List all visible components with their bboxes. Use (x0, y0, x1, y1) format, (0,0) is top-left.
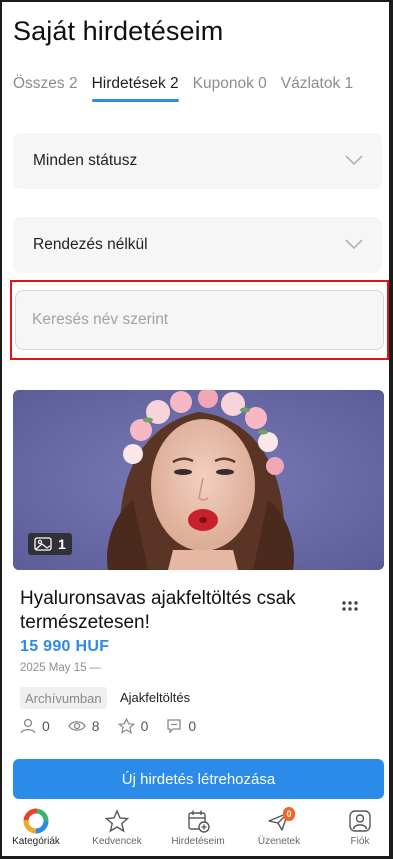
sort-value: Rendezés nélkül (33, 236, 148, 253)
followers-stat: 0 (20, 718, 50, 734)
followers-count: 0 (42, 718, 50, 734)
tab-all[interactable]: Összes 2 (13, 75, 78, 102)
chevron-down-icon (345, 239, 363, 250)
ad-photo[interactable]: 1 (13, 390, 384, 570)
nav-label-messages: Üzenetek (257, 836, 301, 847)
bottom-navigation: Kategóriák Kedvencek Hirdetéseim 0 Üzene… (2, 807, 389, 856)
nav-label-favorites: Kedvencek (92, 836, 142, 847)
app-screen: Saját hirdetéseim Összes 2 Hirdetések 2 … (0, 0, 393, 859)
tab-bar: Összes 2 Hirdetések 2 Kuponok 0 Vázlatok… (13, 75, 367, 102)
tab-drafts[interactable]: Vázlatok 1 (281, 75, 353, 102)
messages-stat: 0 (166, 718, 196, 734)
ad-date: 2025 May 15 — (20, 662, 102, 674)
image-icon (34, 537, 52, 551)
more-options-icon[interactable] (341, 600, 359, 612)
photo-count: 1 (58, 536, 66, 552)
status-badge: Archívumban (20, 687, 107, 709)
ad-stats: 0 8 0 0 (20, 718, 214, 734)
views-stat: 8 (68, 718, 100, 734)
create-ad-button[interactable]: Új hirdetés létrehozása (13, 759, 384, 799)
nav-label-categories: Kategóriák (12, 836, 60, 847)
views-count: 8 (91, 718, 100, 734)
sort-dropdown[interactable]: Rendezés nélkül (13, 217, 382, 273)
photo-count-badge: 1 (28, 533, 72, 555)
star-icon (117, 718, 135, 734)
user-icon (20, 718, 36, 734)
nav-item-account[interactable]: Fiók (320, 808, 389, 847)
chat-bubble-icon (167, 719, 182, 734)
categories-logo-icon (23, 808, 49, 834)
chevron-down-icon (345, 155, 363, 166)
tab-coupons[interactable]: Kuponok 0 (193, 75, 267, 102)
nav-item-categories[interactable]: Kategóriák (2, 808, 76, 847)
notification-badge: 0 (283, 807, 295, 821)
status-filter-dropdown[interactable]: Minden státusz (13, 133, 382, 189)
nav-item-messages[interactable]: 0 Üzenetek (239, 807, 319, 847)
favorites-count: 0 (140, 718, 149, 734)
user-icon (349, 810, 371, 832)
star-icon (104, 809, 130, 833)
search-highlight-box: Keresés név szerint (10, 280, 389, 360)
nav-label-my-ads: Hirdetéseim (171, 836, 225, 847)
status-filter-value: Minden státusz (33, 152, 138, 169)
messages-count: 0 (188, 718, 197, 734)
ad-price: 15 990 HUF (20, 638, 110, 655)
search-placeholder: Keresés név szerint (32, 311, 169, 328)
nav-item-my-ads[interactable]: Hirdetéseim (158, 808, 238, 847)
ad-category: Ajakfeltöltés (120, 690, 191, 705)
page-title: Saját hirdetéseim (13, 16, 224, 46)
ad-title[interactable]: Hyaluronsavas ajakfeltöltés csak termész… (20, 587, 330, 635)
eye-icon (68, 721, 86, 731)
nav-item-favorites[interactable]: Kedvencek (77, 808, 157, 847)
tab-ads[interactable]: Hirdetések 2 (91, 75, 179, 102)
nav-label-account: Fiók (350, 836, 370, 847)
favorites-stat: 0 (117, 718, 149, 734)
search-input[interactable]: Keresés név szerint (15, 290, 384, 350)
calendar-add-icon (188, 810, 210, 833)
